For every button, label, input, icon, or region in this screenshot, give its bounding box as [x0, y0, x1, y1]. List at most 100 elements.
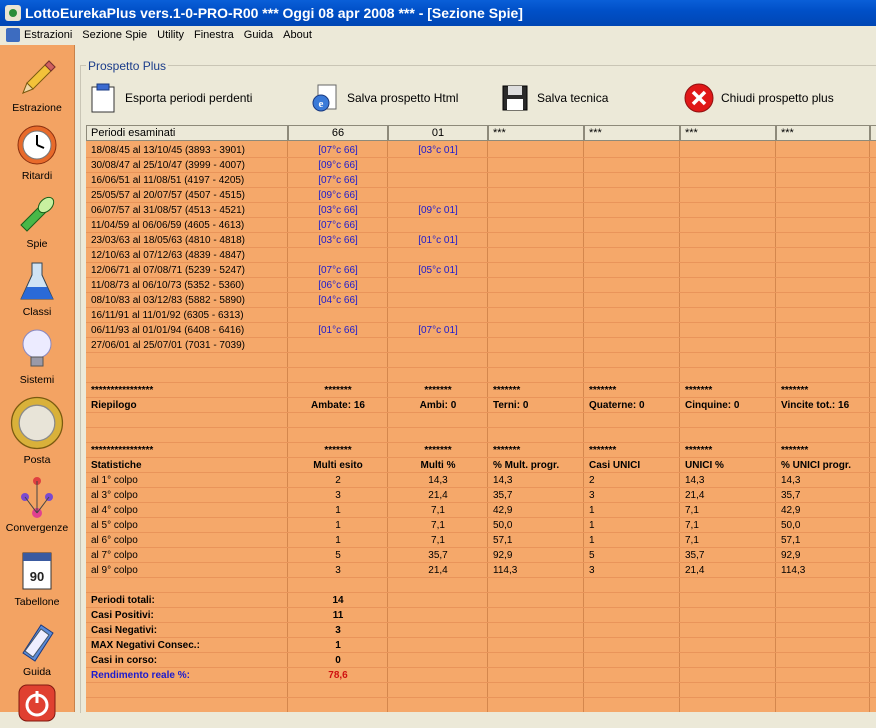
stat-value[interactable]: 3	[589, 488, 679, 503]
hit-cell-01[interactable]: [07°c 01]	[388, 323, 488, 338]
period-range-cell[interactable]: 08/10/83 al 03/12/83 (5882 - 5890)	[91, 293, 287, 308]
separator-stars[interactable]: *******	[388, 383, 488, 398]
separator-stars[interactable]: *******	[493, 383, 583, 398]
riepilogo-value[interactable]: Cinquine: 0	[685, 398, 775, 413]
stat-value[interactable]: 1	[288, 533, 388, 548]
riepilogo-label[interactable]: Riepilogo	[91, 398, 287, 413]
colpo-label[interactable]: al 3° colpo	[91, 488, 287, 503]
total-label[interactable]: Casi Positivi:	[91, 608, 287, 623]
hit-cell-66[interactable]	[288, 308, 388, 323]
colpo-label[interactable]: al 5° colpo	[91, 518, 287, 533]
stat-value[interactable]: 50,0	[781, 518, 869, 533]
hit-cell-66[interactable]: [04°c 66]	[288, 293, 388, 308]
hit-cell-66[interactable]	[288, 248, 388, 263]
sidebar-item-ritardi[interactable]: Ritardi	[0, 123, 74, 182]
total-value[interactable]: 11	[288, 608, 388, 623]
stat-value[interactable]: 3	[589, 563, 679, 578]
stat-value[interactable]: 21,4	[685, 563, 775, 578]
mdi-window-icon[interactable]	[6, 28, 20, 42]
total-value[interactable]: 3	[288, 623, 388, 638]
hit-cell-01[interactable]	[388, 188, 488, 203]
hit-cell-66[interactable]: [07°c 66]	[288, 173, 388, 188]
colpo-label[interactable]: al 4° colpo	[91, 503, 287, 518]
stat-value[interactable]: 57,1	[493, 533, 583, 548]
close-prospetto-button[interactable]: Chiudi prospetto plus	[684, 82, 834, 114]
stat-value[interactable]: 3	[288, 563, 388, 578]
separator-stars[interactable]: *******	[288, 383, 388, 398]
save-html-button[interactable]: e Salva prospetto Html	[310, 82, 458, 114]
period-range-cell[interactable]: 12/06/71 al 07/08/71 (5239 - 5247)	[91, 263, 287, 278]
hit-cell-66[interactable]: [01°c 66]	[288, 323, 388, 338]
colpo-label[interactable]: al 7° colpo	[91, 548, 287, 563]
riepilogo-value[interactable]: Quaterne: 0	[589, 398, 679, 413]
sidebar-item-estrazione[interactable]: Estrazione	[0, 55, 74, 114]
stat-value[interactable]: 92,9	[781, 548, 869, 563]
stat-value[interactable]: 7,1	[685, 533, 775, 548]
hit-cell-66[interactable]: [07°c 66]	[288, 143, 388, 158]
stat-value[interactable]: 7,1	[388, 533, 488, 548]
period-range-cell[interactable]: 12/10/63 al 07/12/63 (4839 - 4847)	[91, 248, 287, 263]
total-label[interactable]: MAX Negativi Consec.:	[91, 638, 287, 653]
stat-value[interactable]: 7,1	[388, 503, 488, 518]
separator-stars[interactable]: *******	[388, 443, 488, 458]
statistiche-header[interactable]: Casi UNICI	[589, 458, 679, 473]
hit-cell-01[interactable]: [01°c 01]	[388, 233, 488, 248]
sidebar-item-power[interactable]	[0, 681, 74, 728]
header-col-4[interactable]: ***	[584, 125, 680, 141]
hit-cell-01[interactable]	[388, 248, 488, 263]
riepilogo-value[interactable]: Ambi: 0	[388, 398, 488, 413]
sidebar-item-classi[interactable]: Classi	[0, 259, 74, 318]
stat-value[interactable]: 1	[288, 518, 388, 533]
separator-stars[interactable]: ****************	[91, 443, 287, 458]
stat-value[interactable]: 50,0	[493, 518, 583, 533]
separator-stars[interactable]: *******	[685, 383, 775, 398]
stat-value[interactable]: 92,9	[493, 548, 583, 563]
sidebar-item-convergenze[interactable]: Convergenze	[0, 475, 74, 534]
stat-value[interactable]: 114,3	[493, 563, 583, 578]
statistiche-header[interactable]: Statistiche	[91, 458, 287, 473]
statistiche-header[interactable]: % Mult. progr.	[493, 458, 583, 473]
period-range-cell[interactable]: 06/07/57 al 31/08/57 (4513 - 4521)	[91, 203, 287, 218]
stat-value[interactable]: 14,3	[493, 473, 583, 488]
stat-value[interactable]: 35,7	[493, 488, 583, 503]
statistiche-header[interactable]: Multi %	[388, 458, 488, 473]
stat-value[interactable]: 1	[589, 518, 679, 533]
hit-cell-66[interactable]: [07°c 66]	[288, 263, 388, 278]
stat-value[interactable]: 2	[288, 473, 388, 488]
total-value[interactable]: 0	[288, 653, 388, 668]
menu-estrazioni[interactable]: Estrazioni	[24, 29, 72, 41]
menu-utility[interactable]: Utility	[157, 29, 184, 41]
period-range-cell[interactable]: 06/11/93 al 01/01/94 (6408 - 6416)	[91, 323, 287, 338]
colpo-label[interactable]: al 1° colpo	[91, 473, 287, 488]
header-col-6[interactable]: ***	[776, 125, 870, 141]
statistiche-header[interactable]: UNICI %	[685, 458, 775, 473]
sidebar-item-sistemi[interactable]: Sistemi	[0, 327, 74, 386]
period-range-cell[interactable]: 27/06/01 al 25/07/01 (7031 - 7039)	[91, 338, 287, 353]
header-col-01[interactable]: 01	[388, 125, 488, 141]
stat-value[interactable]: 14,3	[388, 473, 488, 488]
period-range-cell[interactable]: 30/08/47 al 25/10/47 (3999 - 4007)	[91, 158, 287, 173]
hit-cell-01[interactable]: [05°c 01]	[388, 263, 488, 278]
header-col-3[interactable]: ***	[488, 125, 584, 141]
hit-cell-01[interactable]	[388, 293, 488, 308]
stat-value[interactable]: 5	[589, 548, 679, 563]
hit-cell-01[interactable]	[388, 218, 488, 233]
riepilogo-value[interactable]: Terni: 0	[493, 398, 583, 413]
hit-cell-66[interactable]: [03°c 66]	[288, 233, 388, 248]
separator-stars[interactable]: *******	[493, 443, 583, 458]
stat-value[interactable]: 5	[288, 548, 388, 563]
hit-cell-66[interactable]: [03°c 66]	[288, 203, 388, 218]
colpo-label[interactable]: al 9° colpo	[91, 563, 287, 578]
stat-value[interactable]: 35,7	[685, 548, 775, 563]
stat-value[interactable]: 21,4	[388, 563, 488, 578]
period-range-cell[interactable]: 18/08/45 al 13/10/45 (3893 - 3901)	[91, 143, 287, 158]
total-value[interactable]: 14	[288, 593, 388, 608]
separator-stars[interactable]: *******	[589, 383, 679, 398]
statistiche-header[interactable]: % UNICI progr.	[781, 458, 869, 473]
stat-value[interactable]: 21,4	[388, 488, 488, 503]
hit-cell-66[interactable]	[288, 338, 388, 353]
hit-cell-01[interactable]	[388, 338, 488, 353]
stat-value[interactable]: 42,9	[781, 503, 869, 518]
prospetto-grid[interactable]: Periodi esaminati 66 01 *** *** *** *** …	[86, 125, 876, 712]
menu-sezione-spie[interactable]: Sezione Spie	[82, 29, 147, 41]
